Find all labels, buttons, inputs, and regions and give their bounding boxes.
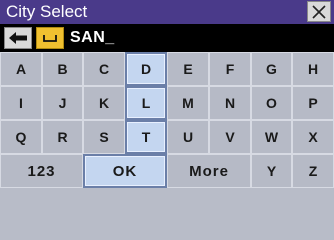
city-entry-text: SAN_: [70, 29, 115, 46]
numbers-key[interactable]: 123: [0, 154, 83, 188]
space-bar-icon: [43, 35, 57, 42]
key-m[interactable]: M: [167, 86, 209, 120]
window-title: City Select: [6, 2, 88, 21]
key-i[interactable]: I: [0, 86, 42, 120]
key-l[interactable]: L: [125, 86, 167, 120]
key-b[interactable]: B: [42, 52, 83, 86]
backspace-button[interactable]: [4, 27, 32, 49]
key-x[interactable]: X: [292, 120, 334, 154]
key-c[interactable]: C: [83, 52, 125, 86]
close-x-icon: [312, 4, 326, 19]
entry-bar: SAN_: [0, 24, 334, 52]
key-q[interactable]: Q: [0, 120, 42, 154]
key-s[interactable]: S: [83, 120, 125, 154]
key-v[interactable]: V: [209, 120, 251, 154]
key-t[interactable]: T: [125, 120, 167, 154]
key-k[interactable]: K: [83, 86, 125, 120]
key-h[interactable]: H: [292, 52, 334, 86]
key-n[interactable]: N: [209, 86, 251, 120]
more-key[interactable]: More: [167, 154, 251, 188]
title-bar: City Select: [0, 0, 334, 24]
key-r[interactable]: R: [42, 120, 83, 154]
key-p[interactable]: P: [292, 86, 334, 120]
ok-button[interactable]: OK: [83, 154, 167, 188]
key-g[interactable]: G: [251, 52, 292, 86]
key-o[interactable]: O: [251, 86, 292, 120]
key-d[interactable]: D: [125, 52, 167, 86]
key-w[interactable]: W: [251, 120, 292, 154]
key-y[interactable]: Y: [251, 154, 292, 188]
key-e[interactable]: E: [167, 52, 209, 86]
key-j[interactable]: J: [42, 86, 83, 120]
left-arrow-icon: [9, 32, 27, 44]
key-a[interactable]: A: [0, 52, 42, 86]
key-f[interactable]: F: [209, 52, 251, 86]
keyboard: A B C D E F G H I J K L M N O P Q R S T …: [0, 52, 334, 240]
space-button[interactable]: [36, 27, 64, 49]
key-u[interactable]: U: [167, 120, 209, 154]
close-button[interactable]: [307, 1, 331, 22]
key-z[interactable]: Z: [292, 154, 334, 188]
